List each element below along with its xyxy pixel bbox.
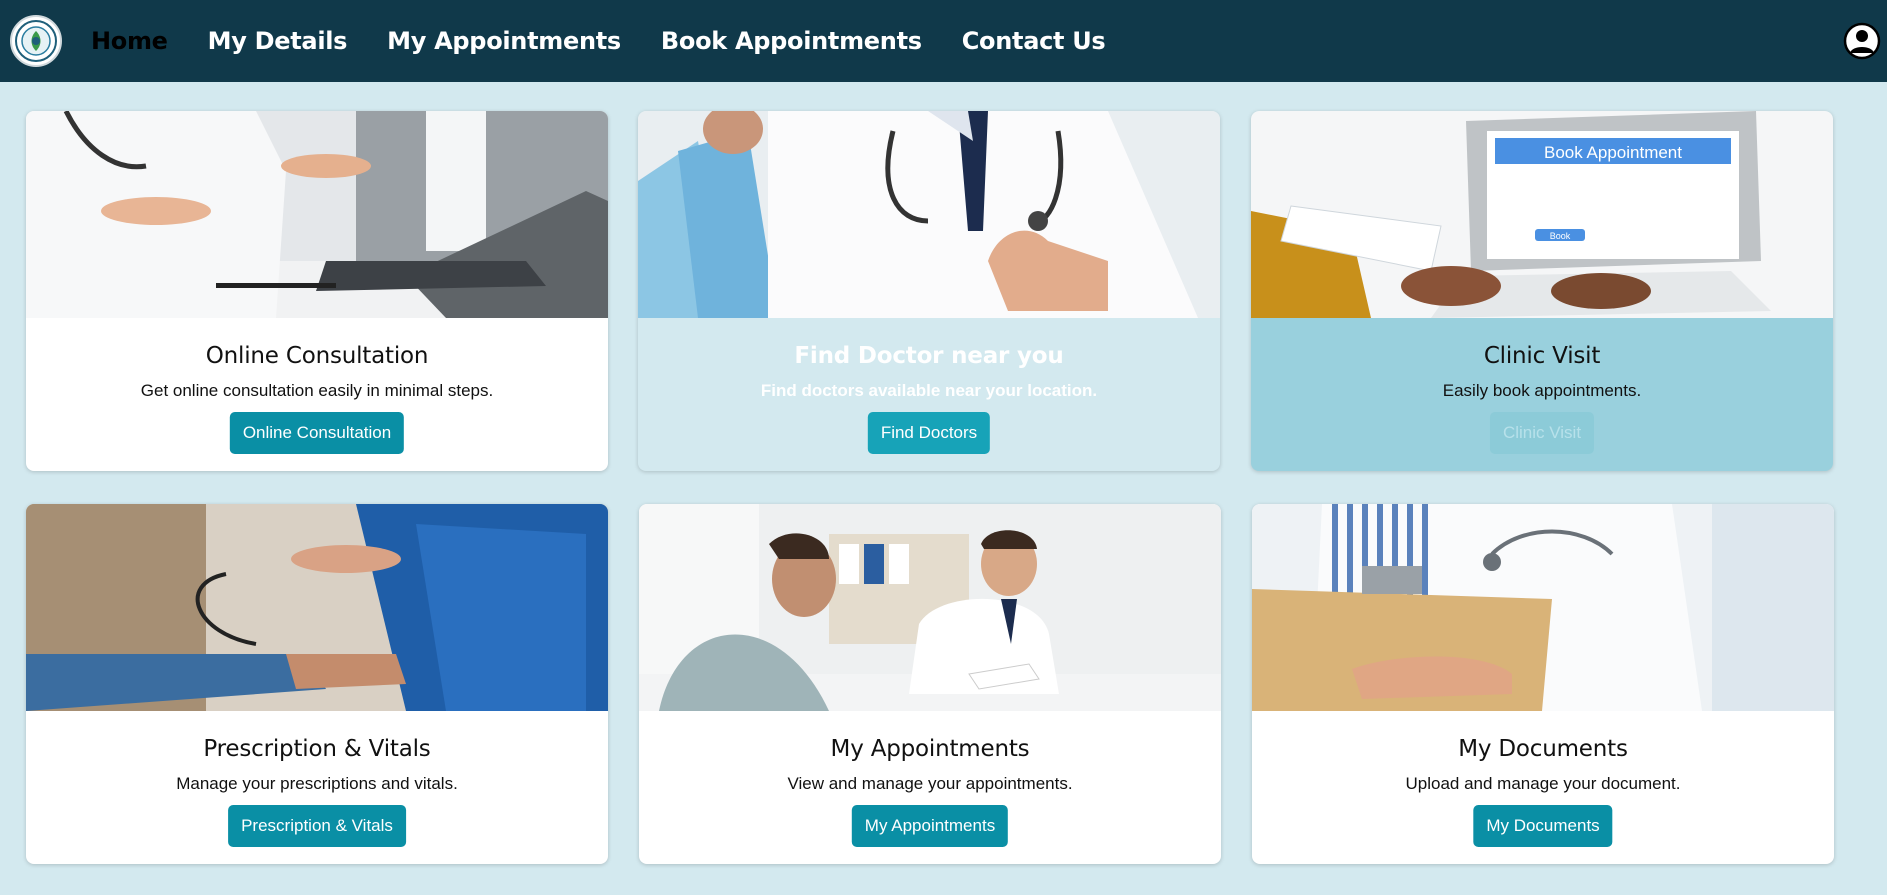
- my-appointments-image: [639, 504, 1221, 711]
- card-title: Find Doctor near you: [794, 343, 1064, 369]
- prescription-vitals-button[interactable]: Prescription & Vitals: [228, 805, 406, 847]
- logo[interactable]: [10, 15, 62, 67]
- card-title: My Documents: [1458, 736, 1628, 762]
- card-my-appointments: My Appointments View and manage your app…: [639, 504, 1221, 864]
- nav-contact-us[interactable]: Contact Us: [962, 27, 1106, 55]
- top-navbar: Home My Details My Appointments Book App…: [0, 0, 1887, 82]
- nav-links: Home My Details My Appointments Book App…: [91, 0, 1145, 82]
- card-description: Easily book appointments.: [1442, 381, 1642, 400]
- logo-emblem-icon: [15, 20, 57, 62]
- image-button-label: Book: [1550, 231, 1571, 241]
- nav-my-details[interactable]: My Details: [208, 27, 348, 55]
- card-title: Prescription & Vitals: [203, 736, 431, 762]
- online-consultation-image: [26, 111, 608, 318]
- card-description: Get online consultation easily in minima…: [140, 381, 494, 400]
- card-description: Manage your prescriptions and vitals.: [176, 774, 458, 793]
- card-title: My Appointments: [830, 736, 1030, 762]
- clinic-visit-button[interactable]: Clinic Visit: [1489, 412, 1595, 454]
- nav-my-appointments[interactable]: My Appointments: [387, 27, 621, 55]
- card-description: Upload and manage your document.: [1405, 774, 1681, 793]
- card-title: Online Consultation: [205, 343, 429, 369]
- my-documents-image: [1252, 504, 1834, 711]
- card-title: Clinic Visit: [1483, 343, 1601, 369]
- card-description: View and manage your appointments.: [787, 774, 1073, 793]
- card-description: Find doctors available near your locatio…: [760, 381, 1098, 400]
- user-profile-icon[interactable]: [1843, 22, 1881, 60]
- find-doctor-image: [638, 111, 1220, 318]
- card-find-doctor: Find Doctor near you Find doctors availa…: [638, 111, 1220, 471]
- image-caption: Book Appointment: [1544, 143, 1682, 162]
- clinic-visit-image: Book Appointment Book: [1251, 111, 1833, 318]
- find-doctors-button[interactable]: Find Doctors: [867, 412, 991, 454]
- prescription-vitals-image: [26, 504, 608, 711]
- nav-book-appointments[interactable]: Book Appointments: [661, 27, 922, 55]
- nav-home[interactable]: Home: [91, 27, 168, 55]
- online-consultation-button[interactable]: Online Consultation: [229, 412, 405, 454]
- my-documents-button[interactable]: My Documents: [1473, 805, 1613, 847]
- card-clinic-visit: Book Appointment Book Clinic Visit Easil…: [1251, 111, 1833, 471]
- card-my-documents: My Documents Upload and manage your docu…: [1252, 504, 1834, 864]
- card-prescription-vitals: Prescription & Vitals Manage your prescr…: [26, 504, 608, 864]
- card-online-consultation: Online Consultation Get online consultat…: [26, 111, 608, 471]
- my-appointments-button[interactable]: My Appointments: [851, 805, 1009, 847]
